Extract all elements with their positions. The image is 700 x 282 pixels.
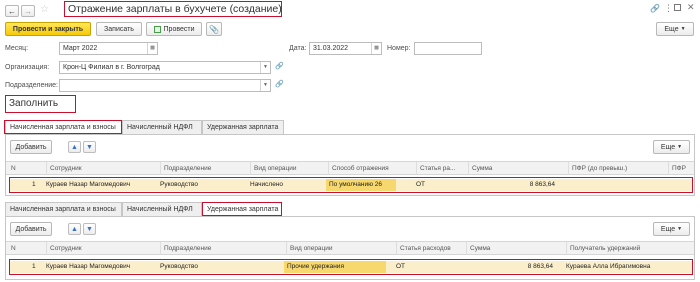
department-field[interactable]: ▼: [59, 79, 271, 92]
tab-accrued-salary[interactable]: Начисленная зарплата и взносы: [5, 202, 122, 216]
title-highlight: [64, 1, 282, 17]
calendar-icon[interactable]: ▩: [147, 43, 157, 54]
link-icon[interactable]: 🔗: [275, 80, 284, 88]
tab-highlight: [202, 202, 282, 216]
tab-withheld-salary[interactable]: Удержанная зарплата: [202, 120, 284, 134]
move-down-button[interactable]: ▼: [83, 141, 96, 153]
arrow-right-icon: →: [24, 6, 32, 16]
post-and-close-button[interactable]: Провести и закрыть: [5, 22, 91, 36]
forward-button[interactable]: →: [21, 5, 35, 17]
more-button[interactable]: Еще ▼: [656, 22, 694, 36]
chevron-down-icon[interactable]: ▼: [260, 80, 270, 91]
date-label: Дата:: [289, 45, 307, 52]
post-icon: [153, 25, 161, 33]
save-button[interactable]: Записать: [96, 22, 142, 36]
star-icon[interactable]: ☆: [40, 4, 49, 15]
column-header[interactable]: N: [8, 242, 35, 255]
paperclip-icon: 📎: [209, 24, 219, 34]
column-header[interactable]: Сотрудник: [46, 162, 161, 175]
chevron-down-icon: ▼: [677, 226, 683, 232]
add-button[interactable]: Добавить: [10, 222, 52, 236]
column-header[interactable]: Получатель удержаний: [566, 242, 694, 255]
column-header[interactable]: Подразделение: [160, 162, 250, 175]
more-button[interactable]: Еще ▼: [653, 140, 690, 154]
table-header: N Сотрудник Подразделение Вид операции С…: [6, 241, 694, 255]
tab-ndfl[interactable]: Начисленный НДФЛ: [122, 202, 202, 216]
arrow-down-icon: ▼: [86, 225, 93, 233]
column-header[interactable]: Статья расходов: [396, 242, 466, 255]
move-up-button[interactable]: ▲: [68, 141, 81, 153]
add-button[interactable]: Добавить: [10, 140, 52, 154]
tab-ndfl[interactable]: Начисленный НДФЛ: [122, 120, 202, 134]
date-field[interactable]: 31.03.2022 ▩: [309, 42, 382, 55]
column-header[interactable]: Сумма: [468, 162, 568, 175]
back-button[interactable]: ←: [5, 5, 19, 17]
withheld-table-panel: Добавить ▲ ▼ Еще ▼ N Сотрудник Подраздел…: [5, 216, 695, 280]
maximize-icon[interactable]: [674, 4, 681, 11]
arrow-up-icon: ▲: [71, 143, 78, 151]
month-label: Месяц:: [5, 45, 29, 52]
column-header[interactable]: ПФР (до превыш.): [568, 162, 668, 175]
attach-button[interactable]: 📎: [206, 22, 222, 36]
column-header[interactable]: Сотрудник: [46, 242, 161, 255]
column-header[interactable]: ПФР: [668, 162, 694, 175]
number-field[interactable]: [414, 42, 482, 55]
close-icon[interactable]: ✕: [687, 2, 695, 13]
month-field[interactable]: Март 2022 ▩: [59, 42, 158, 55]
post-button[interactable]: Провести: [146, 22, 202, 36]
column-header[interactable]: Вид операции: [250, 162, 328, 175]
more-button[interactable]: Еще ▼: [653, 222, 690, 236]
link-icon[interactable]: 🔗: [650, 4, 660, 13]
calendar-icon[interactable]: ▩: [371, 43, 381, 54]
arrow-left-icon: ←: [8, 6, 16, 16]
link-icon[interactable]: 🔗: [275, 62, 284, 70]
arrow-down-icon: ▼: [86, 143, 93, 151]
department-label: Подразделение:: [5, 82, 58, 89]
more-dots-icon[interactable]: ⋮: [664, 3, 673, 14]
move-up-button[interactable]: ▲: [68, 223, 81, 235]
table-header: N Сотрудник Подразделение Вид операции С…: [6, 161, 694, 175]
row-highlight: [9, 177, 693, 193]
column-header[interactable]: Сумма: [466, 242, 566, 255]
chevron-down-icon: ▼: [680, 26, 686, 32]
column-header[interactable]: Статья ра...: [416, 162, 468, 175]
fill-highlight: [5, 95, 76, 113]
arrow-up-icon: ▲: [71, 225, 78, 233]
number-label: Номер:: [387, 45, 411, 52]
move-down-button[interactable]: ▼: [83, 223, 96, 235]
chevron-down-icon: ▼: [677, 144, 683, 150]
column-header[interactable]: Способ отражения: [328, 162, 416, 175]
column-header[interactable]: N: [8, 162, 35, 175]
accrual-table-panel: Добавить ▲ ▼ Еще ▼ N Сотрудник Подраздел…: [5, 134, 695, 196]
row-highlight: [9, 259, 693, 275]
chevron-down-icon[interactable]: ▼: [260, 62, 270, 73]
organization-label: Организация:: [5, 64, 50, 71]
tab-highlight: [4, 120, 122, 134]
column-header[interactable]: Вид операции: [286, 242, 396, 255]
organization-field[interactable]: Крон-Ц Филиал в г. Волгоград ▼: [59, 61, 271, 74]
column-header[interactable]: Подразделение: [160, 242, 286, 255]
